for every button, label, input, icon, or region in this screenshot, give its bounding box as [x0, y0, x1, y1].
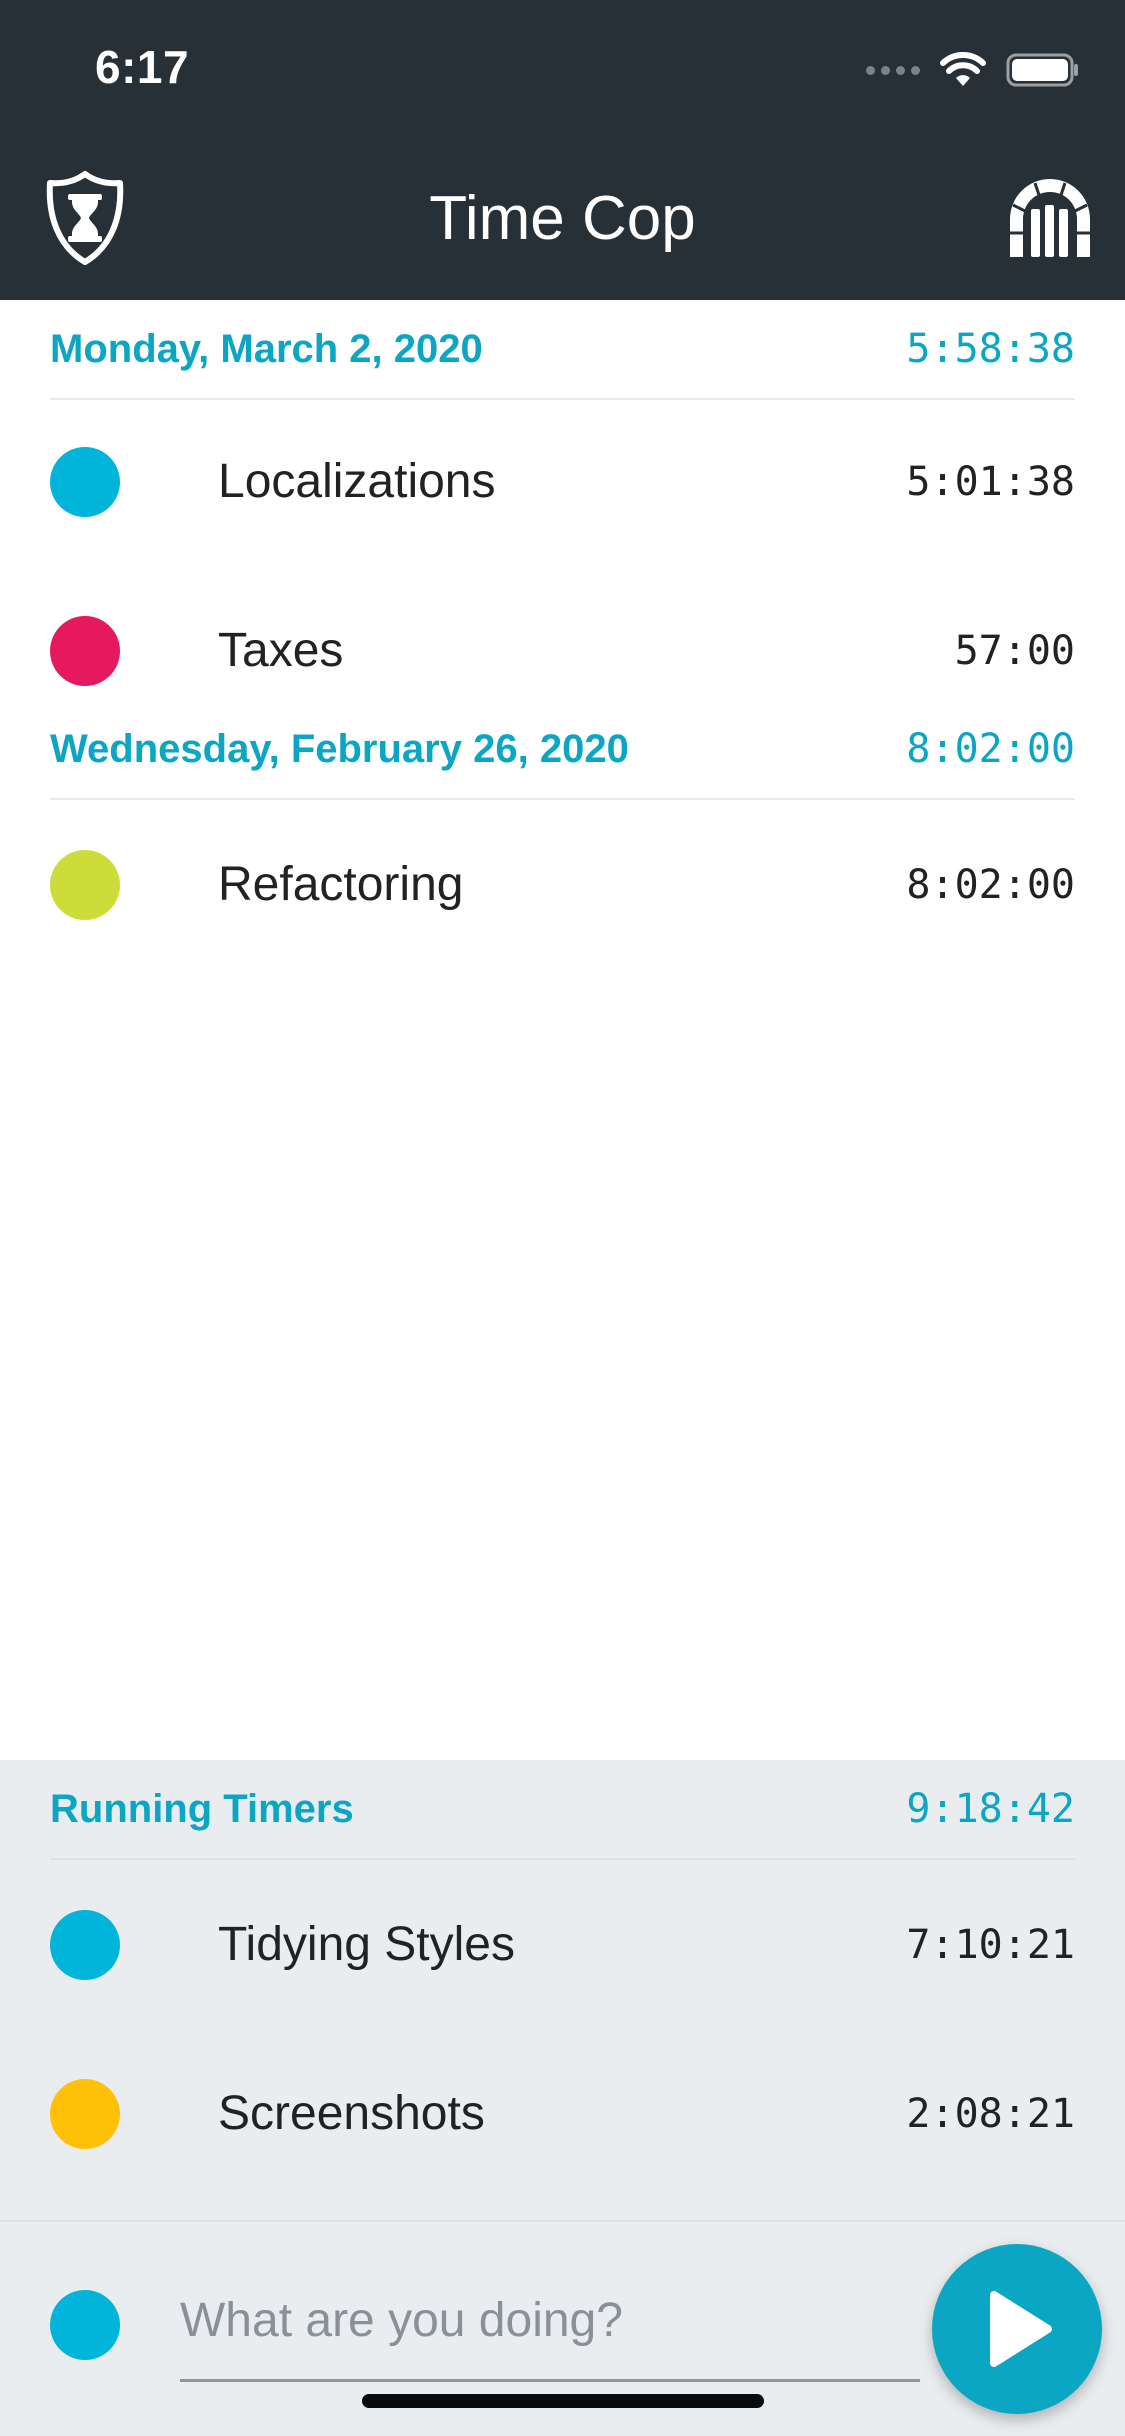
project-color-dot — [50, 446, 120, 517]
day-group-total: 5:58:38 — [906, 326, 1075, 372]
project-color-dot — [50, 849, 120, 920]
home-indicator — [362, 2394, 764, 2408]
timer-description: Refactoring — [218, 858, 464, 911]
running-timer-row[interactable]: Screenshots 2:08:21 — [0, 2029, 1125, 2198]
description-input-wrap — [180, 2262, 920, 2382]
running-timers-total: 9:18:42 — [906, 1786, 1075, 1832]
timer-description: Screenshots — [218, 2087, 485, 2140]
description-input[interactable] — [180, 2262, 920, 2379]
timer-description: Tidying Styles — [218, 1918, 515, 1971]
app-header: 6:17 Time Cop — [0, 0, 1125, 300]
day-group-header: Monday, March 2, 2020 5:58:38 — [50, 300, 1075, 400]
timer-duration: 8:02:00 — [906, 861, 1075, 908]
app-screen: 6:17 Time Cop Monday, March 2, 2020 5:58… — [0, 0, 1125, 2436]
timer-duration: 7:10:21 — [906, 1921, 1075, 1968]
page-title: Time Cop — [429, 184, 696, 253]
project-color-dot — [50, 1909, 120, 1980]
status-icons — [866, 48, 1080, 92]
timer-duration: 5:01:38 — [906, 458, 1075, 505]
day-group-header: Wednesday, February 26, 2020 8:02:00 — [50, 700, 1075, 800]
day-group-date: Monday, March 2, 2020 — [50, 326, 483, 371]
battery-icon — [1006, 53, 1078, 87]
timer-row[interactable]: Refactoring 8:02:00 — [0, 800, 1125, 969]
timer-duration: 2:08:21 — [906, 2090, 1075, 2137]
project-color-dot — [50, 2078, 120, 2149]
timer-row[interactable]: Localizations 5:01:38 — [0, 397, 1125, 566]
day-group-date: Wednesday, February 26, 2020 — [50, 726, 629, 771]
start-timer-button[interactable] — [932, 2244, 1102, 2414]
project-select-dot[interactable] — [50, 2290, 120, 2360]
signal-icon — [866, 65, 920, 75]
timer-history-list: Monday, March 2, 2020 5:58:38 Localizati… — [0, 300, 1125, 969]
running-timers-header: Running Timers 9:18:42 — [50, 1760, 1075, 1860]
status-time: 6:17 — [95, 41, 190, 93]
running-timer-row[interactable]: Tidying Styles 7:10:21 — [0, 1860, 1125, 2029]
wifi-icon — [940, 52, 986, 86]
archive-icon[interactable] — [1005, 175, 1095, 260]
timer-duration: 57:00 — [954, 627, 1075, 674]
project-color-dot — [50, 615, 120, 686]
timer-description: Localizations — [218, 455, 496, 508]
timer-description: Taxes — [218, 624, 344, 677]
running-timers-label: Running Timers — [50, 1786, 354, 1831]
play-icon — [990, 2291, 1052, 2367]
day-group-total: 8:02:00 — [906, 726, 1075, 772]
